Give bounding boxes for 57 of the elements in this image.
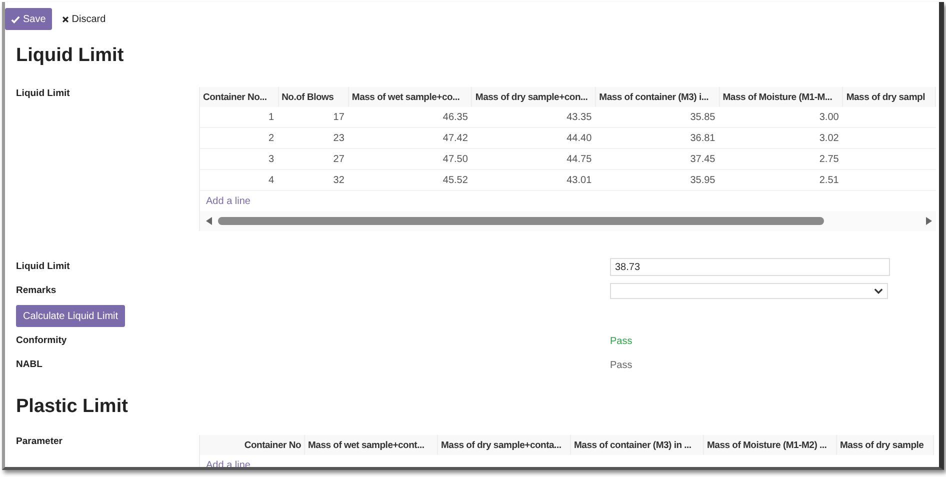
table-cell: 43.01 [472, 170, 596, 190]
calculate-button[interactable]: Calculate Liquid Limit [16, 305, 126, 327]
table-cell: 45.52 [348, 170, 472, 190]
scrollbar-thumb[interactable] [218, 217, 824, 225]
column-header: No.of Blows [278, 87, 348, 107]
section-title: Liquid Limit [16, 44, 125, 68]
field-value: Pass [610, 360, 632, 370]
column-header: Mass of Moisture (M1-M2) ... [704, 435, 836, 455]
save-button[interactable]: Save [5, 8, 52, 30]
table-cell: 4 [200, 170, 278, 190]
column-header: Mass of dry sampl [842, 87, 936, 107]
add-line-link[interactable]: Add a line [206, 196, 250, 206]
table-cell: 46.35 [348, 107, 472, 128]
table-cell: 35.95 [596, 170, 720, 190]
field-label: Parameter [15, 435, 64, 449]
table-cell: 3.02 [719, 128, 843, 148]
field-value: Pass [610, 336, 632, 346]
table-cell: 2.75 [719, 148, 843, 170]
table-cell: 32 [278, 170, 348, 190]
table-cell: 35.85 [596, 107, 720, 128]
table-cell: 23 [278, 128, 348, 148]
field-label: Conformity [15, 334, 68, 348]
column-header: Mass of container (M3) i... [596, 87, 720, 107]
value-field[interactable]: 38.73 [610, 258, 890, 276]
table-cell: 47.42 [348, 128, 472, 148]
table-cell: 1 [200, 107, 278, 128]
table-cell: 2 [200, 128, 278, 148]
chevron-down-icon [874, 288, 883, 294]
column-header: Mass of dry sample+con... [472, 87, 596, 107]
checkmark-icon [11, 14, 20, 24]
table-cell: 3 [200, 148, 278, 170]
table-cell: 27 [278, 148, 348, 170]
column-header: Mass of Moisture (M1-M... [719, 87, 843, 107]
field-label: Remarks [15, 284, 58, 298]
table-cell: 36.81 [596, 128, 720, 148]
table-cell: 47.50 [348, 148, 472, 170]
column-header: Mass of wet sample+co... [348, 87, 472, 107]
column-header: Mass of container (M3) in ... [570, 435, 704, 455]
column-header: Container No... [200, 87, 278, 107]
table-cell: 37.45 [596, 148, 720, 170]
field-label: Liquid Limit [15, 260, 71, 274]
table-cell: 2.51 [719, 170, 843, 190]
close-icon [62, 16, 69, 22]
table-cell: 17 [278, 107, 348, 128]
table-cell: 44.40 [472, 128, 596, 148]
scroll-right-icon[interactable] [926, 217, 932, 225]
table-cell: 43.35 [472, 107, 596, 128]
column-header: Mass of dry sample+conta... [438, 435, 570, 455]
column-header: Mass of wet sample+cont... [304, 435, 438, 455]
field-label: Liquid Limit [15, 87, 71, 101]
column-header: Container No [200, 435, 304, 455]
table-cell: 3.00 [719, 107, 843, 128]
scroll-left-icon[interactable] [206, 217, 212, 225]
section-title: Plastic Limit [16, 395, 129, 419]
table-cell: 44.75 [472, 148, 596, 170]
field-label: NABL [15, 358, 44, 372]
column-header: Mass of dry sample [836, 435, 934, 455]
